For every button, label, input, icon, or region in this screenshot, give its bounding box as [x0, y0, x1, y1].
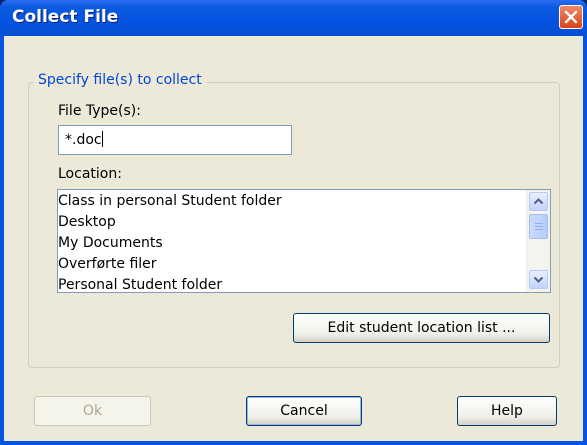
list-item[interactable]: Desktop: [58, 212, 524, 233]
close-icon: [564, 10, 578, 24]
location-label: Location:: [58, 166, 122, 182]
ok-button[interactable]: Ok: [34, 396, 151, 426]
thumb-grip-line: [535, 223, 543, 224]
cancel-button[interactable]: Cancel: [246, 396, 362, 426]
close-button[interactable]: [559, 5, 583, 29]
file-type-label: File Type(s):: [58, 103, 141, 119]
thumb-grip-line: [535, 229, 543, 230]
scroll-up-button[interactable]: [529, 192, 548, 211]
scroll-thumb[interactable]: [529, 214, 548, 239]
collect-file-dialog: Collect File Specify file(s) to collect …: [0, 0, 587, 445]
window-border-bottom: [0, 441, 587, 445]
list-item[interactable]: My Documents: [58, 233, 524, 254]
list-item[interactable]: Personal Student folder: [58, 275, 524, 296]
list-item[interactable]: Overførte filer: [58, 254, 524, 275]
window-title: Collect File: [12, 7, 119, 27]
title-bar[interactable]: Collect File: [0, 0, 587, 36]
text-caret: [101, 131, 103, 147]
chevron-up-icon: [533, 198, 544, 205]
help-button[interactable]: Help: [457, 396, 557, 426]
location-list: Class in personal Student folder Desktop…: [58, 191, 524, 296]
groupbox-legend: Specify file(s) to collect: [34, 72, 206, 88]
file-type-input[interactable]: *.doc: [58, 125, 292, 155]
list-item[interactable]: Class in personal Student folder: [58, 191, 524, 212]
location-scrollbar[interactable]: [526, 190, 550, 292]
chevron-down-icon: [533, 276, 544, 283]
file-type-value: *.doc: [65, 132, 102, 148]
window-border-right: [583, 36, 587, 445]
thumb-grip-line: [535, 226, 543, 227]
edit-location-list-button[interactable]: Edit student location list ...: [293, 313, 550, 343]
scroll-down-button[interactable]: [529, 270, 548, 289]
location-listbox[interactable]: Class in personal Student folder Desktop…: [57, 189, 551, 293]
